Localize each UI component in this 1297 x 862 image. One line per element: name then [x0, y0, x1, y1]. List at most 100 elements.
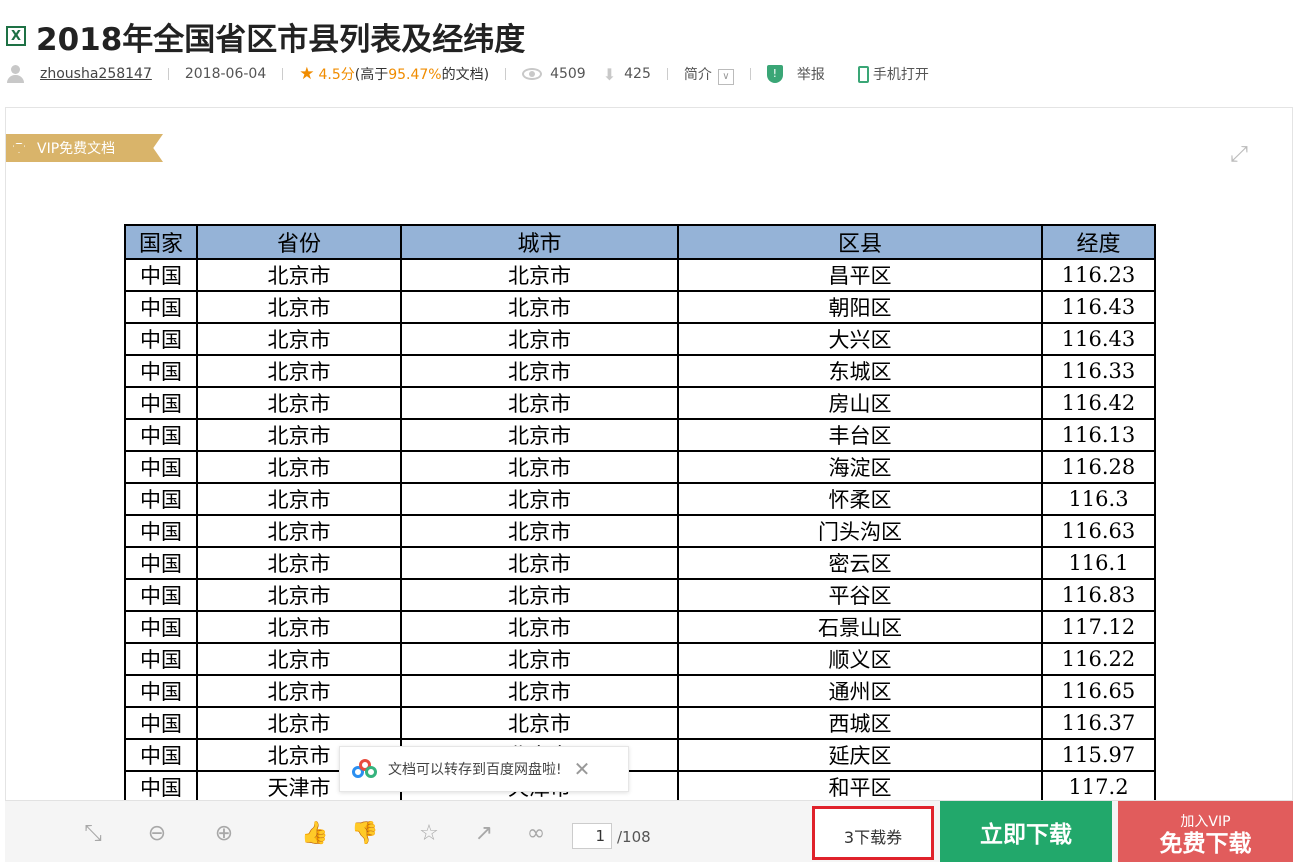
divider — [666, 68, 668, 80]
excel-icon: X — [6, 26, 26, 46]
table-row: 中国 北京市 北京市 怀柔区 116.3 — [124, 482, 1156, 516]
table-cell: 中国 — [124, 514, 198, 548]
table-cell: 北京市 — [400, 706, 679, 740]
table-cell: 116.42 — [1041, 386, 1156, 420]
toast-text: 文档可以转存到百度网盘啦! — [388, 762, 562, 778]
table-cell: 116.83 — [1041, 578, 1156, 612]
column-header: 城市 — [400, 224, 679, 260]
thumbs-up-icon[interactable]: 👍 — [301, 821, 328, 847]
spreadsheet-table: 国家 省份 城市 区县 经度 中国 北京市 北京市 昌平区 116.23 中国 北京市 北京市… — [124, 224, 1156, 861]
table-cell: 中国 — [124, 258, 198, 292]
table-cell: 116.43 — [1041, 322, 1156, 356]
table-cell: 北京市 — [196, 514, 402, 548]
table-cell: 北京市 — [196, 450, 402, 484]
table-cell: 通州区 — [677, 674, 1043, 708]
author-link[interactable]: zhousha258147 — [40, 66, 152, 82]
table-cell: 中国 — [124, 642, 198, 676]
table-cell: 116.23 — [1041, 258, 1156, 292]
table-cell: 中国 — [124, 706, 198, 740]
column-header: 区县 — [677, 224, 1043, 260]
divider — [167, 68, 169, 80]
table-cell: 中国 — [124, 482, 198, 516]
table-cell: 116.13 — [1041, 418, 1156, 452]
baidu-pan-icon — [352, 759, 378, 779]
baidu-pan-save-icon[interactable]: ∞ — [523, 821, 549, 847]
table-row: 中国 北京市 北京市 石景山区 117.12 — [124, 610, 1156, 644]
table-cell: 北京市 — [196, 610, 402, 644]
table-cell: 密云区 — [677, 546, 1043, 580]
table-cell: 116.28 — [1041, 450, 1156, 484]
table-row: 中国 北京市 北京市 海淀区 116.28 — [124, 450, 1156, 484]
fit-screen-icon[interactable]: ⤡ — [80, 821, 106, 847]
page-number-input[interactable]: 1 — [572, 823, 612, 849]
table-row: 中国 北京市 北京市 大兴区 116.43 — [124, 322, 1156, 356]
table-cell: 北京市 — [400, 546, 679, 580]
table-cell: 北京市 — [196, 706, 402, 740]
table-cell: 中国 — [124, 770, 198, 804]
thumbs-down-icon[interactable]: 👎 — [351, 821, 378, 847]
table-cell: 石景山区 — [677, 610, 1043, 644]
table-cell: 北京市 — [196, 386, 402, 420]
zoom-in-icon[interactable]: ⊕ — [211, 821, 237, 847]
table-cell: 北京市 — [400, 674, 679, 708]
table-row: 中国 北京市 北京市 西城区 116.37 — [124, 706, 1156, 740]
table-cell: 朝阳区 — [677, 290, 1043, 324]
table-cell: 大兴区 — [677, 322, 1043, 356]
table-cell: 顺义区 — [677, 642, 1043, 676]
table-cell: 北京市 — [196, 258, 402, 292]
download-now-button[interactable]: 立即下载 — [940, 801, 1112, 862]
divider — [749, 68, 751, 80]
table-row: 中国 北京市 北京市 昌平区 116.23 — [124, 258, 1156, 292]
table-cell: 北京市 — [400, 610, 679, 644]
meta-row: zhousha258147 2018-06-04 ★ 4.5分 (高于95.47… — [6, 62, 929, 86]
download-coupon-count: 3下载券 — [812, 806, 934, 860]
table-cell: 116.37 — [1041, 706, 1156, 740]
divider — [282, 68, 284, 80]
table-cell: 昌平区 — [677, 258, 1043, 292]
table-cell: 房山区 — [677, 386, 1043, 420]
table-cell: 中国 — [124, 450, 198, 484]
report-link[interactable]: 举报 — [797, 64, 825, 84]
join-vip-button[interactable]: 加入VIP 免费下载 — [1118, 801, 1293, 862]
favorite-star-icon[interactable]: ☆ — [416, 821, 442, 847]
table-cell: 北京市 — [400, 322, 679, 356]
table-cell: 北京市 — [400, 258, 679, 292]
close-icon[interactable]: ✕ — [574, 757, 591, 781]
page-total: /108 — [617, 828, 651, 846]
divider — [841, 68, 842, 80]
diamond-icon — [13, 143, 25, 153]
table-cell: 北京市 — [400, 450, 679, 484]
divider — [505, 68, 507, 80]
table-cell: 北京市 — [400, 514, 679, 548]
mobile-open-link[interactable]: 手机打开 — [873, 64, 929, 84]
table-cell: 116.3 — [1041, 482, 1156, 516]
share-icon[interactable]: ↗ — [471, 821, 497, 847]
baidu-pan-toast: 文档可以转存到百度网盘啦! ✕ — [339, 746, 629, 792]
table-cell: 中国 — [124, 578, 198, 612]
fullscreen-icon[interactable]: ⤢ — [1226, 142, 1252, 168]
table-cell: 中国 — [124, 610, 198, 644]
page-title: 2018年全国省区市县列表及经纬度 — [36, 21, 526, 58]
table-cell: 北京市 — [196, 290, 402, 324]
table-cell: 北京市 — [196, 354, 402, 388]
vip-button-top-label: 加入VIP — [1180, 814, 1231, 830]
table-row: 中国 北京市 北京市 顺义区 116.22 — [124, 642, 1156, 676]
table-cell: 中国 — [124, 386, 198, 420]
table-cell: 北京市 — [196, 322, 402, 356]
upload-date: 2018-06-04 — [184, 66, 267, 82]
table-cell: 116.1 — [1041, 546, 1156, 580]
user-icon — [6, 65, 26, 83]
document-viewer[interactable]: VIP免费文档 ⤢ 国家 省份 城市 区县 经度 中国 北京市 北京市 昌平区 116.… — [5, 107, 1293, 862]
table-cell: 门头沟区 — [677, 514, 1043, 548]
table-row: 中国 北京市 北京市 通州区 116.65 — [124, 674, 1156, 708]
table-cell: 中国 — [124, 290, 198, 324]
intro-toggle[interactable]: 简介 ∨ — [684, 64, 734, 85]
zoom-out-icon[interactable]: ⊖ — [144, 821, 170, 847]
table-cell: 北京市 — [400, 482, 679, 516]
divider — [594, 68, 595, 80]
table-cell: 中国 — [124, 354, 198, 388]
table-cell: 延庆区 — [677, 738, 1043, 772]
shield-icon: ! — [766, 65, 783, 83]
table-row: 中国 北京市 北京市 平谷区 116.83 — [124, 578, 1156, 612]
table-row: 中国 北京市 北京市 门头沟区 116.63 — [124, 514, 1156, 548]
